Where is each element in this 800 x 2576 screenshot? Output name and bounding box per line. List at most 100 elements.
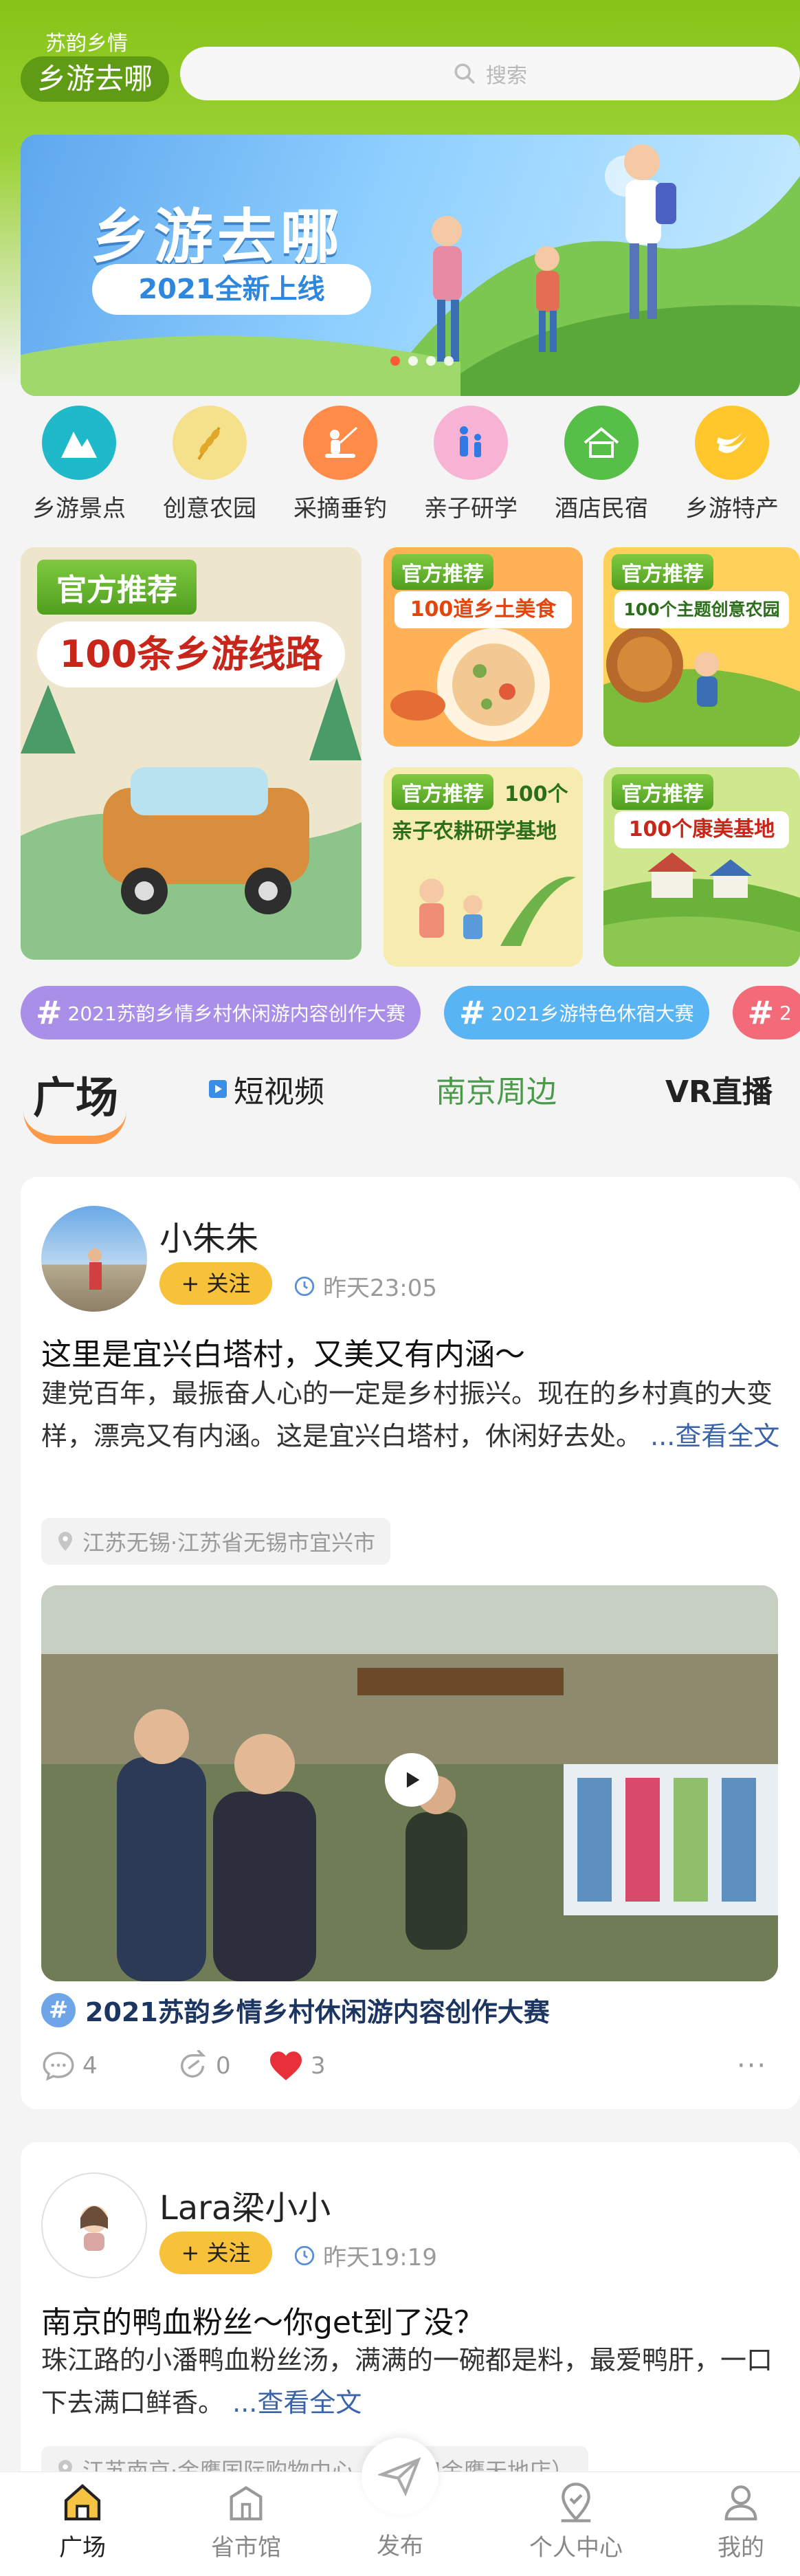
family-icon <box>434 406 508 480</box>
topic-label: 2021苏韵乡情乡村休闲游内容创作大赛 <box>67 1002 405 1025</box>
person-icon <box>724 2485 757 2521</box>
category-label: 采摘垂钓 <box>293 495 387 522</box>
hashtag-icon: # <box>36 994 63 1031</box>
post-topic-tag[interactable]: # 2021苏韵乡情乡村休闲游内容创作大赛 <box>41 1991 550 2029</box>
hashtag-icon: # <box>41 1992 76 2027</box>
promo-badge: 官方推荐 <box>392 774 493 810</box>
brand-subtitle: 苏韵乡情 <box>45 32 128 56</box>
post-body: 建党百年，最振奋人心的一定是乡村振兴。现在的乡村真的大变样，漂亮又有内涵。这是宜… <box>41 1372 784 1457</box>
topic-chip[interactable]: # 2021苏韵乡情乡村休闲游内容创作大赛 <box>21 986 421 1039</box>
nav-label: 我的 <box>718 2534 764 2562</box>
home-icon <box>64 2484 101 2521</box>
tab-label: 短视频 <box>234 1075 324 1110</box>
banner-title: 乡游去哪 <box>91 203 344 272</box>
promo-title-line1: 100个 <box>504 782 568 806</box>
like-button[interactable]: 3 <box>268 2050 326 2082</box>
post-video[interactable] <box>41 1585 778 1981</box>
promo-farm[interactable]: 官方推荐 100个主题创意农园 <box>603 547 800 747</box>
category-label: 乡游特产 <box>685 495 779 522</box>
topic-label: 2 <box>779 1001 792 1024</box>
category-farm[interactable]: 创意农园 <box>151 406 268 536</box>
carousel-dot[interactable] <box>390 356 400 366</box>
search-input[interactable]: 搜索 <box>180 47 800 100</box>
category-label: 亲子研学 <box>424 495 518 522</box>
read-more-link[interactable]: ...查看全文 <box>232 2388 362 2418</box>
carousel-dot[interactable] <box>444 356 454 366</box>
promo-food[interactable]: 官方推荐 100道乡土美食 <box>384 547 583 747</box>
post-title: 这里是宜兴白塔村，又美又有内涵～ <box>41 1337 525 1372</box>
tab-square[interactable]: 广场 <box>33 1063 118 1125</box>
promo-title: 100个主题创意农园 <box>614 591 789 628</box>
banner-subtitle: 2021全新上线 <box>92 264 371 315</box>
building-icon <box>230 2486 263 2521</box>
post-card[interactable]: Lara梁小小 + 关注 昨天19:19 南京的鸭血粉丝～你get到了没？ 珠江… <box>21 2142 800 2493</box>
play-button[interactable] <box>385 1753 438 1807</box>
category-fishing[interactable]: 采摘垂钓 <box>282 406 399 536</box>
comment-button[interactable]: 4 <box>41 2050 98 2082</box>
nav-label: 个人中心 <box>529 2534 623 2562</box>
post-time: 昨天19:19 <box>293 2238 437 2272</box>
avatar[interactable] <box>41 2172 147 2278</box>
heart-icon <box>270 2051 302 2080</box>
carousel-dot[interactable] <box>426 356 436 366</box>
follow-button[interactable]: + 关注 <box>159 2232 272 2274</box>
tab-nanjing[interactable]: 南京周边 <box>436 1067 557 1111</box>
topic-chip[interactable]: # 2021乡游特色休宿大赛 <box>443 986 709 1039</box>
post-title: 南京的鸭血粉丝～你get到了没？ <box>41 2305 485 2340</box>
hashtag-icon: # <box>458 994 486 1031</box>
location-pin-icon <box>561 2483 591 2522</box>
topic-chip[interactable]: # 2 <box>732 986 800 1039</box>
promo-title: 100条乡游线路 <box>37 621 345 687</box>
avatar[interactable] <box>41 1206 147 1312</box>
follow-button[interactable]: + 关注 <box>159 1262 272 1305</box>
share-button[interactable]: 0 <box>176 2050 231 2082</box>
promo-routes[interactable]: 官方推荐 100条乡游线路 <box>21 547 362 960</box>
brand-logo: 乡游去哪 <box>21 56 170 102</box>
tab-vr[interactable]: VR直播 <box>665 1067 773 1111</box>
play-square-icon <box>209 1080 227 1098</box>
promo-badge: 官方推荐 <box>37 560 197 615</box>
nav-publish[interactable]: 发布 <box>338 2438 462 2561</box>
post-card[interactable]: 小朱朱 + 关注 昨天23:05 这里是宜兴白塔村，又美又有内涵～ 建党百年，最… <box>21 1177 800 2109</box>
nav-label: 省市馆 <box>211 2534 281 2562</box>
topic-label: 2021乡游特色休宿大赛 <box>491 1002 694 1025</box>
location-tag[interactable]: 江苏无锡·江苏省无锡市宜兴市 <box>41 1518 391 1565</box>
nav-mine[interactable]: 我的 <box>679 2480 800 2562</box>
time-label: 昨天19:19 <box>323 2244 437 2271</box>
promo-health[interactable]: 官方推荐 100个康美基地 <box>603 767 800 967</box>
topic-label: 2021苏韵乡情乡村休闲游内容创作大赛 <box>85 1997 550 2027</box>
wheat-icon <box>173 406 247 480</box>
username[interactable]: Lara梁小小 <box>159 2181 331 2229</box>
more-options-icon[interactable]: ··· <box>737 2050 767 2082</box>
category-scenic[interactable]: 乡游景点 <box>21 406 137 536</box>
comment-icon <box>43 2051 74 2081</box>
promo-badge: 官方推荐 <box>612 774 713 810</box>
category-hotel[interactable]: 酒店民宿 <box>543 406 660 536</box>
promo-study[interactable]: 官方推荐 100个 亲子农耕研学基地 <box>384 767 583 967</box>
nav-city-hall[interactable]: 省市馆 <box>184 2480 308 2562</box>
carousel-dots <box>390 356 454 366</box>
share-icon <box>180 2050 206 2078</box>
fishing-icon <box>303 406 377 480</box>
post-time: 昨天23:05 <box>293 1269 437 1303</box>
tab-short-video[interactable]: 短视频 <box>209 1067 324 1111</box>
play-icon <box>406 1772 420 1788</box>
username[interactable]: 小朱朱 <box>159 1211 258 1259</box>
location-pin-icon <box>58 1532 72 1551</box>
category-label: 乡游景点 <box>32 495 126 522</box>
clock-icon <box>294 2245 315 2265</box>
category-specialty[interactable]: 乡游特产 <box>674 406 790 536</box>
search-placeholder: 搜索 <box>486 64 527 88</box>
hero-banner[interactable]: 乡游去哪 2021全新上线 <box>21 135 800 396</box>
category-family[interactable]: 亲子研学 <box>412 406 529 536</box>
nav-square[interactable]: 广场 <box>21 2480 144 2562</box>
read-more-link[interactable]: ...查看全文 <box>650 1421 779 1451</box>
nav-personal-center[interactable]: 个人中心 <box>514 2480 638 2562</box>
banana-icon <box>695 406 769 480</box>
promo-title-line2: 亲子农耕研学基地 <box>392 819 557 844</box>
nav-label: 发布 <box>377 2533 423 2560</box>
topic-chips: # 2021苏韵乡情乡村休闲游内容创作大赛 # 2021乡游特色休宿大赛 # 2 <box>21 986 800 1041</box>
publish-button[interactable] <box>362 2438 438 2515</box>
carousel-dot[interactable] <box>408 356 418 366</box>
house-icon <box>564 406 638 480</box>
